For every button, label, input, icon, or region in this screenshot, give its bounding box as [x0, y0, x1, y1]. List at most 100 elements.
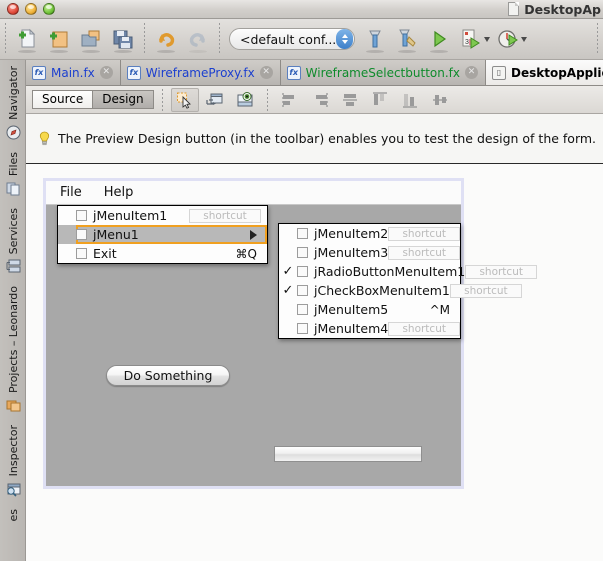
center-vertically-button[interactable]	[426, 88, 454, 112]
checkbox-icon[interactable]	[297, 285, 308, 296]
checkbox-icon[interactable]	[297, 323, 308, 334]
checkbox-icon[interactable]	[76, 229, 87, 240]
source-view-button[interactable]: Source	[32, 90, 94, 109]
menu-item-jmenuitem1[interactable]: jMenuItem1 shortcut	[58, 206, 267, 225]
hint-text: The Preview Design button (in the toolba…	[58, 131, 597, 146]
toolbar-separator	[5, 23, 6, 55]
menu-item-jradiobuttonmenuitem1[interactable]: ✓ jRadioButtonMenuItem1 shortcut	[279, 262, 538, 281]
checkbox-icon[interactable]	[297, 247, 308, 258]
preview-design-button[interactable]	[231, 88, 259, 112]
dock-item-navigator[interactable]: Navigator	[0, 60, 25, 146]
configuration-combobox[interactable]: <default conf...	[229, 28, 356, 50]
selection-tool-button[interactable]	[170, 87, 199, 112]
menu-item-jmenu1[interactable]: jMenu1	[58, 225, 267, 244]
profile-project-button[interactable]	[492, 22, 524, 56]
toolbar-separator	[597, 23, 598, 55]
menu-item-accelerator: ⌘Q	[235, 246, 257, 261]
menu-item-label: jRadioButtonMenuItem1	[314, 264, 466, 279]
menu-gutter	[279, 300, 297, 319]
tab-label: Main.fx	[51, 65, 95, 80]
menu-item-jmenuitem5[interactable]: jMenuItem5 ^M	[279, 300, 460, 319]
fx-icon: fx	[126, 65, 141, 80]
align-left-button[interactable]	[276, 88, 304, 112]
menu-item-label: jMenu1	[93, 227, 139, 242]
tab-close-icon[interactable]: ✕	[99, 66, 113, 79]
configuration-value: <default conf...	[240, 31, 337, 47]
run-project-button[interactable]	[423, 22, 455, 56]
progress-bar[interactable]	[274, 446, 422, 462]
form-designer-frame[interactable]: File Help jMenuItem1 shortcut jMenu1 Exi…	[43, 178, 538, 489]
dock-item-services[interactable]: Services	[0, 202, 25, 280]
dock-label-files: Files	[6, 151, 20, 176]
redo-button[interactable]	[182, 22, 214, 56]
dock-item-partial[interactable]: es	[0, 503, 25, 528]
dock-item-projects[interactable]: Projects – Leonardo	[0, 280, 25, 419]
left-dock: Navigator Files Services Projects – Leon…	[0, 60, 26, 561]
tab-wireframeselectbutton-fx[interactable]: fx WireframeSelectbutton.fx ✕	[280, 60, 486, 85]
open-project-button[interactable]	[75, 22, 107, 56]
netbeans-ide-window: DesktopAp <default conf... 3 Navigator F…	[0, 0, 603, 561]
menu-item-jmenuitem3[interactable]: jMenuItem3 shortcut	[279, 243, 461, 262]
toolbar-separator	[219, 23, 220, 55]
services-icon	[6, 259, 21, 274]
checkbox-icon[interactable]	[297, 304, 308, 315]
undo-button[interactable]	[150, 22, 182, 56]
save-all-button[interactable]	[107, 22, 139, 56]
menu-item-label: jMenuItem1	[93, 208, 168, 223]
dock-label-navigator: Navigator	[6, 66, 20, 120]
toolbar-separator	[266, 88, 268, 111]
center-horizontally-button[interactable]	[336, 88, 364, 112]
dock-item-inspector[interactable]: Inspector	[0, 419, 25, 502]
new-project-button[interactable]	[43, 22, 75, 56]
menubar-item-file[interactable]: File	[58, 185, 84, 200]
checkbox-icon[interactable]	[297, 228, 308, 239]
shortcut-placeholder[interactable]: shortcut	[465, 264, 538, 279]
tab-wireframeproxy-fx[interactable]: fx WireframeProxy.fx ✕	[120, 60, 281, 85]
menu-item-jcheckboxmenuitem1[interactable]: ✓ jCheckBoxMenuItem1 shortcut	[279, 281, 522, 300]
tab-desktopapplication1v[interactable]: ▯ DesktopApplication1V	[485, 60, 603, 85]
align-top-button[interactable]	[366, 88, 394, 112]
compass-icon	[6, 125, 21, 140]
shortcut-placeholder[interactable]: shortcut	[449, 283, 522, 298]
form-surface[interactable]: File Help jMenuItem1 shortcut jMenu1 Exi…	[46, 181, 538, 486]
design-toolbar: Source Design	[26, 86, 603, 114]
document-icon	[508, 2, 520, 16]
clean-and-build-button[interactable]	[391, 22, 423, 56]
connection-mode-button[interactable]	[201, 88, 229, 112]
menu-item-jmenuitem2[interactable]: jMenuItem2 shortcut	[279, 224, 461, 243]
checkbox-icon[interactable]	[76, 248, 87, 259]
debug-project-button[interactable]: 3	[455, 22, 487, 56]
menu-item-label: jMenuItem3	[314, 245, 389, 260]
checkbox-icon[interactable]	[297, 266, 308, 277]
tab-main-fx[interactable]: fx Main.fx ✕	[26, 60, 121, 85]
shortcut-placeholder[interactable]: shortcut	[388, 245, 461, 260]
fx-icon: fx	[32, 65, 46, 80]
design-view-button[interactable]: Design	[93, 90, 154, 109]
align-right-button[interactable]	[306, 88, 334, 112]
menu-item-label: Exit	[93, 246, 117, 261]
shortcut-placeholder[interactable]: shortcut	[388, 226, 461, 241]
combobox-stepper-icon[interactable]	[336, 29, 354, 49]
tab-close-icon[interactable]: ✕	[259, 66, 273, 79]
menu-gutter: ✓	[279, 281, 297, 300]
menu-gutter	[279, 224, 297, 243]
projects-icon	[6, 398, 21, 413]
menu-gutter: ✓	[279, 262, 297, 281]
build-project-button[interactable]	[359, 22, 391, 56]
align-bottom-button[interactable]	[396, 88, 424, 112]
files-icon	[6, 181, 21, 196]
menubar-item-help[interactable]: Help	[102, 185, 136, 200]
shortcut-placeholder[interactable]: shortcut	[189, 208, 261, 223]
dock-label-projects: Projects – Leonardo	[6, 286, 20, 394]
design-canvas[interactable]: File Help jMenuItem1 shortcut jMenu1 Exi…	[26, 164, 603, 561]
new-file-button[interactable]	[11, 22, 43, 56]
do-something-button[interactable]: Do Something	[106, 365, 230, 386]
dock-item-files[interactable]: Files	[0, 146, 25, 202]
dock-label-services: Services	[6, 207, 20, 255]
menu-item-jmenuitem4[interactable]: jMenuItem4 shortcut	[279, 319, 461, 338]
shortcut-placeholder[interactable]: shortcut	[388, 321, 461, 336]
menu-item-exit[interactable]: Exit ⌘Q	[58, 244, 267, 263]
tab-close-icon[interactable]: ✕	[464, 66, 478, 79]
tab-label: DesktopApplication1V	[510, 65, 603, 80]
checkbox-icon[interactable]	[76, 210, 87, 221]
